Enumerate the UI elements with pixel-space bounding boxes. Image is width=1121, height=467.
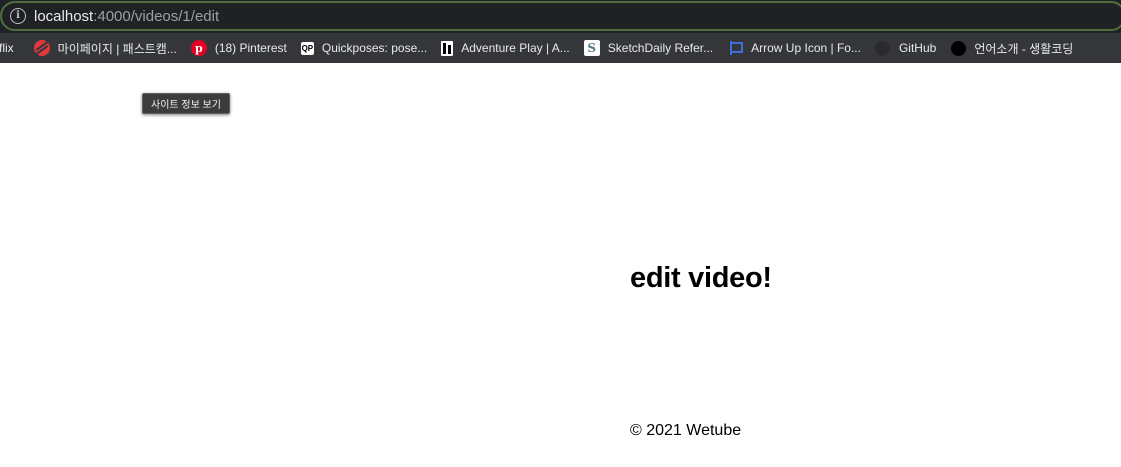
page-title: edit video! xyxy=(630,262,772,294)
bookmark-saenghwal-coding[interactable]: 언어소개 - 생활코딩 xyxy=(944,36,1081,60)
info-icon[interactable]: i xyxy=(10,8,26,24)
adventure-play-icon xyxy=(441,40,454,56)
bookmark-pinterest[interactable]: p (18) Pinterest xyxy=(185,36,295,60)
bookmark-arrow-up-icon[interactable]: Arrow Up Icon | Fo... xyxy=(721,36,869,60)
omnibox[interactable]: i localhost:4000/videos/1/edit xyxy=(0,1,1121,31)
red-circle-icon xyxy=(33,40,50,56)
bookmark-adventure-play[interactable]: Adventure Play | A... xyxy=(435,36,578,60)
bookmark-fastcampus[interactable]: 마이페이지 | 패스트캠... xyxy=(28,36,185,60)
black-circle-icon xyxy=(950,40,966,56)
quickposes-icon: QP xyxy=(300,41,314,55)
bookmark-quickposes[interactable]: QP Quickposes: pose... xyxy=(295,36,435,60)
bookmarks-bar: flix 마이페이지 | 패스트캠... p (18) Pinterest QP… xyxy=(0,33,1121,63)
bookmark-label: 언어소개 - 생활코딩 xyxy=(974,41,1074,56)
url-path: :4000/videos/1/edit xyxy=(93,7,220,25)
url-host: localhost xyxy=(34,7,94,25)
bookmark-label: GitHub xyxy=(898,41,937,55)
bookmark-label: 마이페이지 | 패스트캠... xyxy=(57,41,177,56)
bookmark-sketchdaily[interactable]: S SketchDaily Refer... xyxy=(578,36,721,60)
site-info-tooltip: 사이트 정보 보기 xyxy=(142,93,230,114)
footer-copyright: © 2021 Wetube xyxy=(630,422,742,439)
bookmark-label: Arrow Up Icon | Fo... xyxy=(751,41,861,55)
flag-icon xyxy=(727,40,744,56)
bookmark-label: Quickposes: pose... xyxy=(321,41,428,55)
bookmark-label: Adventure Play | A... xyxy=(461,41,570,55)
bookmark-github[interactable]: GitHub xyxy=(869,36,944,60)
sketchdaily-icon: S xyxy=(583,40,600,56)
url-field[interactable]: localhost:4000/videos/1/edit xyxy=(34,8,219,25)
pinterest-icon: p xyxy=(190,40,207,56)
bookmark-label: (18) Pinterest xyxy=(214,41,287,55)
bookmark-label: flix xyxy=(0,41,14,55)
bookmark-netflix[interactable]: flix xyxy=(0,36,22,60)
github-icon xyxy=(875,40,891,56)
address-bar-area: i localhost:4000/videos/1/edit xyxy=(0,0,1121,33)
bookmark-label: SketchDaily Refer... xyxy=(607,41,714,55)
